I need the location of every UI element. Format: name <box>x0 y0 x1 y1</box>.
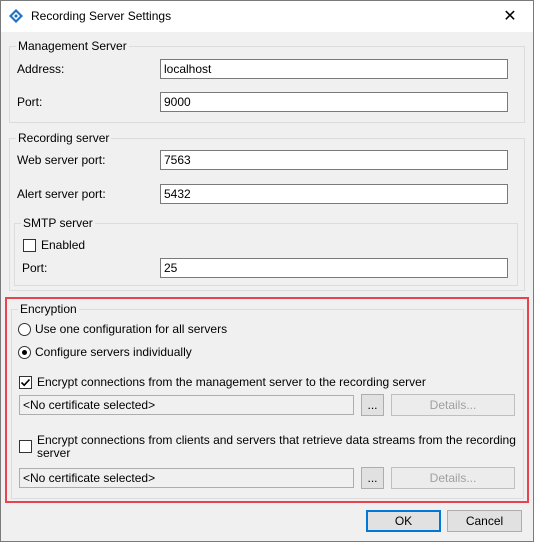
close-icon: ✕ <box>503 8 517 25</box>
diamond-icon <box>9 9 23 23</box>
web-server-port-field[interactable]: 7563 <box>160 150 508 170</box>
smtp-enabled-label: Enabled <box>41 238 86 252</box>
encryption-highlight-box <box>5 297 529 503</box>
recording-server-legend: Recording server <box>16 131 112 146</box>
dialog-window: Recording Server Settings ✕ Management S… <box>0 0 534 542</box>
address-label: Address: <box>17 62 65 76</box>
smtp-server-legend: SMTP server <box>21 216 95 231</box>
cancel-button[interactable]: Cancel <box>447 510 522 532</box>
management-port-field[interactable]: 9000 <box>160 92 508 112</box>
alert-server-port-field[interactable]: 5432 <box>160 184 508 204</box>
close-button[interactable]: ✕ <box>487 1 533 32</box>
window-title: Recording Server Settings <box>31 9 172 23</box>
web-server-port-label: Web server port: <box>17 153 106 167</box>
management-server-legend: Management Server <box>16 39 129 54</box>
management-port-label: Port: <box>17 95 43 109</box>
title-bar: Recording Server Settings ✕ <box>1 1 533 32</box>
smtp-enabled-checkbox[interactable] <box>23 239 36 252</box>
smtp-port-label: Port: <box>22 261 48 275</box>
ok-button[interactable]: OK <box>366 510 441 532</box>
smtp-port-field[interactable]: 25 <box>160 258 508 278</box>
alert-server-port-label: Alert server port: <box>17 187 106 201</box>
address-field[interactable]: localhost <box>160 59 508 79</box>
